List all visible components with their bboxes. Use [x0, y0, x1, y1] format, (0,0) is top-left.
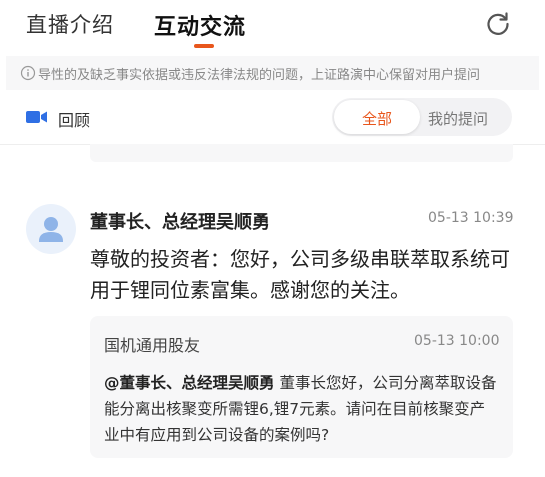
previous-question-card	[90, 144, 513, 162]
tab-live-intro[interactable]: 直播介绍	[26, 9, 114, 39]
filter-my-questions-button[interactable]: 我的提问	[428, 108, 488, 129]
question-mention: @董事长、总经理吴顺勇	[104, 374, 275, 392]
filter-bar: 回顾 全部 我的提问	[0, 94, 545, 145]
filter-all-label: 全部	[361, 110, 392, 128]
question-card: 国机通用股友 05-13 10:00 @董事长、总经理吴顺勇 董事长您好，公司分…	[90, 316, 513, 458]
info-icon	[20, 65, 36, 81]
question-text: @董事长、总经理吴顺勇 董事长您好，公司分离萃取设备能分离出核聚变所需锂6,锂7…	[104, 370, 500, 448]
answer-author: 董事长、总经理吴顺勇	[90, 212, 270, 233]
notice-text: 导性的及缺乏事实依据或违反法律法规的问题，上证路演中心保留对用户提问	[38, 68, 481, 83]
refresh-icon[interactable]	[484, 10, 512, 38]
tab-bar: 直播介绍 互动交流	[0, 0, 545, 52]
notice-banner: 导性的及缺乏事实依据或违反法律法规的问题，上证路演中心保留对用户提问	[6, 56, 539, 90]
active-tab-indicator	[194, 44, 214, 48]
answer-timestamp: 05-13 10:39	[428, 210, 514, 226]
replay-link[interactable]: 回顾	[58, 107, 90, 131]
filter-all-button[interactable]: 全部	[334, 100, 420, 134]
question-asker: 国机通用股友	[104, 336, 201, 355]
question-timestamp: 05-13 10:00	[414, 333, 500, 349]
video-camera-icon	[26, 111, 47, 123]
tab-interaction[interactable]: 互动交流	[154, 9, 246, 41]
user-avatar-icon	[26, 204, 76, 254]
filter-segmented-control: 全部 我的提问	[332, 98, 512, 136]
answer-text: 尊敬的投资者：您好，公司多级串联萃取系统可用于锂同位素富集。感谢您的关注。	[90, 247, 510, 302]
